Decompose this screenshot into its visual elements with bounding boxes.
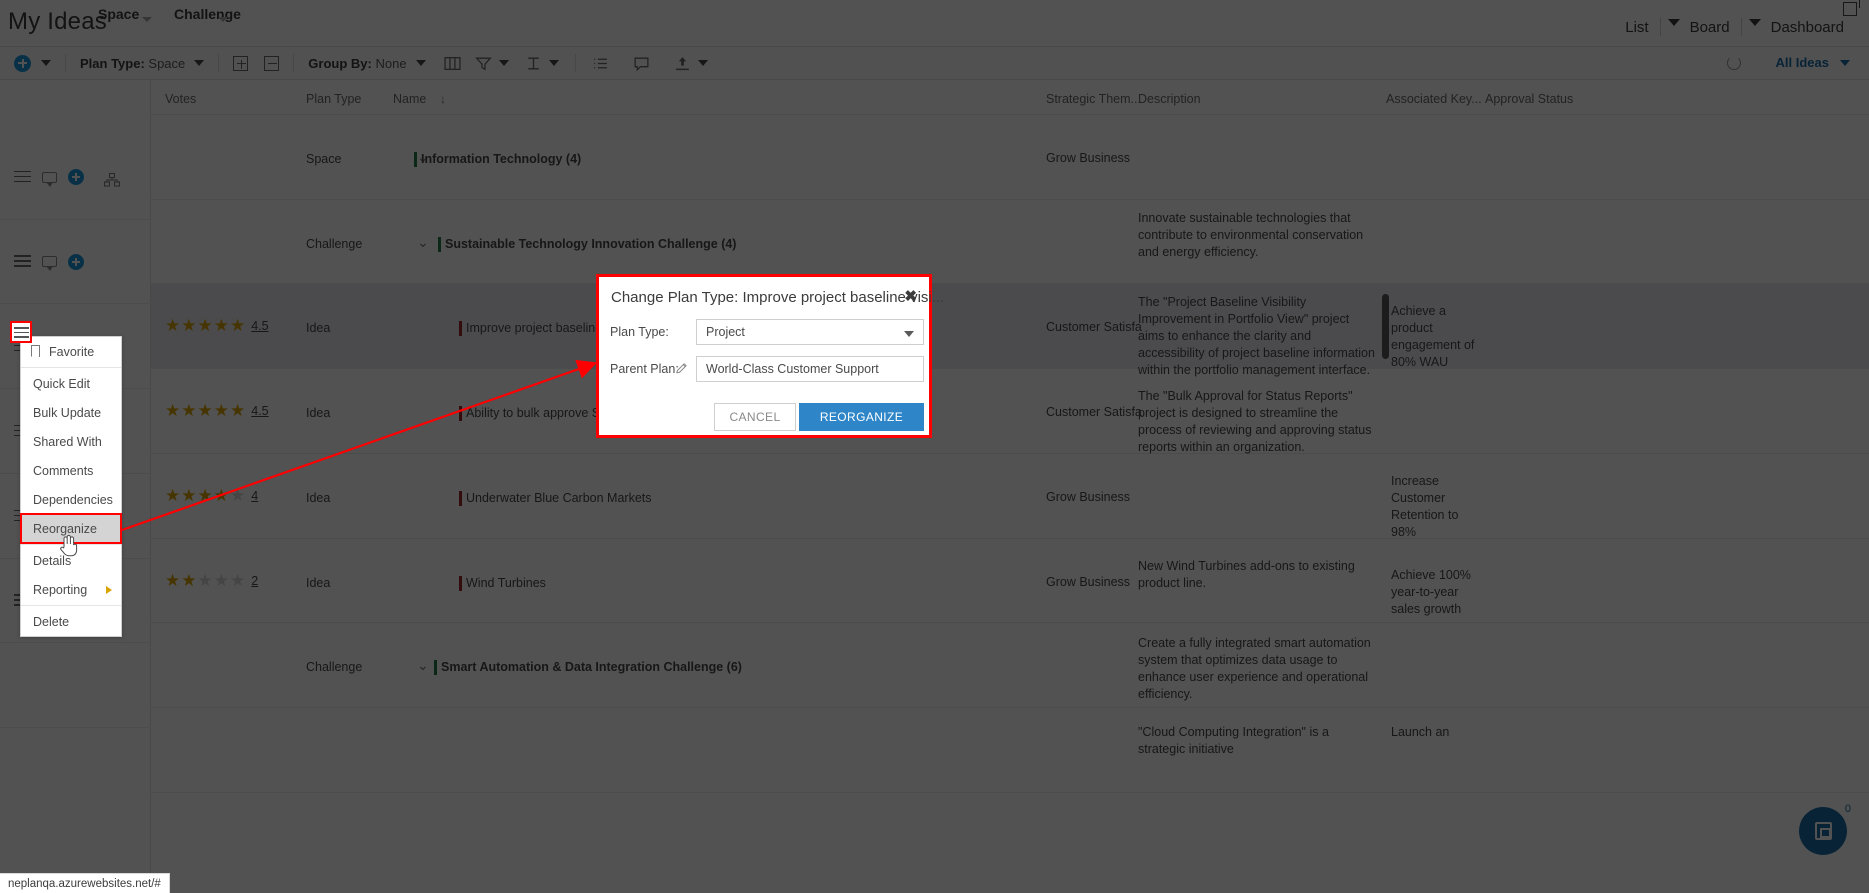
modal-overlay[interactable] (0, 0, 1869, 893)
dialog-title: Change Plan Type: Improve project baseli… (611, 289, 945, 306)
context-menu-item-shared-with[interactable]: Shared With (21, 427, 121, 456)
mouse-cursor-pointer (60, 534, 78, 557)
context-menu-divider (21, 367, 121, 368)
parent-plan-input[interactable]: World-Class Customer Support (696, 356, 924, 382)
row-context-menu: Favorite Quick Edit Bulk Update Shared W… (20, 336, 122, 637)
plan-type-select[interactable]: Project (696, 319, 924, 345)
context-menu-divider (21, 605, 121, 606)
bookmark-icon (30, 345, 41, 361)
context-menu-item-quick-edit[interactable]: Quick Edit (21, 369, 121, 398)
context-menu-label: Favorite (49, 344, 95, 359)
context-menu-item-comments[interactable]: Comments (21, 456, 121, 485)
cancel-button[interactable]: CANCEL (714, 403, 796, 431)
context-menu-label: Comments (33, 463, 94, 478)
plan-type-value: Project (706, 325, 745, 339)
parent-plan-label: Parent Plan: (610, 362, 679, 376)
pencil-icon[interactable] (674, 361, 689, 376)
row-menu-icon-highlighted[interactable] (10, 321, 32, 343)
application-root: My Ideas Space Challenge List Board Dash… (0, 0, 1869, 893)
context-menu-item-dependencies[interactable]: Dependencies (21, 485, 121, 514)
context-menu-item-bulk-update[interactable]: Bulk Update (21, 398, 121, 427)
context-menu-item-favorite[interactable]: Favorite (21, 337, 121, 366)
parent-plan-value: World-Class Customer Support (706, 362, 879, 376)
context-menu-label: Shared With (33, 434, 102, 449)
browser-status-bar: neplanqa.azurewebsites.net/# (0, 873, 170, 893)
submenu-arrow-icon (106, 586, 112, 594)
context-menu-item-delete[interactable]: Delete (21, 607, 121, 636)
context-menu-label: Delete (33, 614, 70, 629)
context-menu-label: Bulk Update (33, 405, 102, 420)
context-menu-item-reporting[interactable]: Reporting (21, 575, 121, 604)
plan-type-label: Plan Type: (610, 325, 669, 339)
context-menu-label: Quick Edit (33, 376, 90, 391)
plan-type-field-row: Plan Type: Project (599, 319, 929, 345)
context-menu-label: Reporting (33, 582, 88, 597)
chevron-down-icon-plan-type-select (904, 331, 914, 337)
status-bar-url: neplanqa.azurewebsites.net/# (8, 877, 161, 890)
parent-plan-field-row: Parent Plan: World-Class Customer Suppor… (599, 356, 929, 382)
reorganize-button[interactable]: REORGANIZE (799, 403, 924, 431)
change-plan-type-dialog: Change Plan Type: Improve project baseli… (596, 274, 944, 438)
context-menu-label: Dependencies (33, 492, 113, 507)
close-icon[interactable]: ✖ (904, 289, 917, 304)
